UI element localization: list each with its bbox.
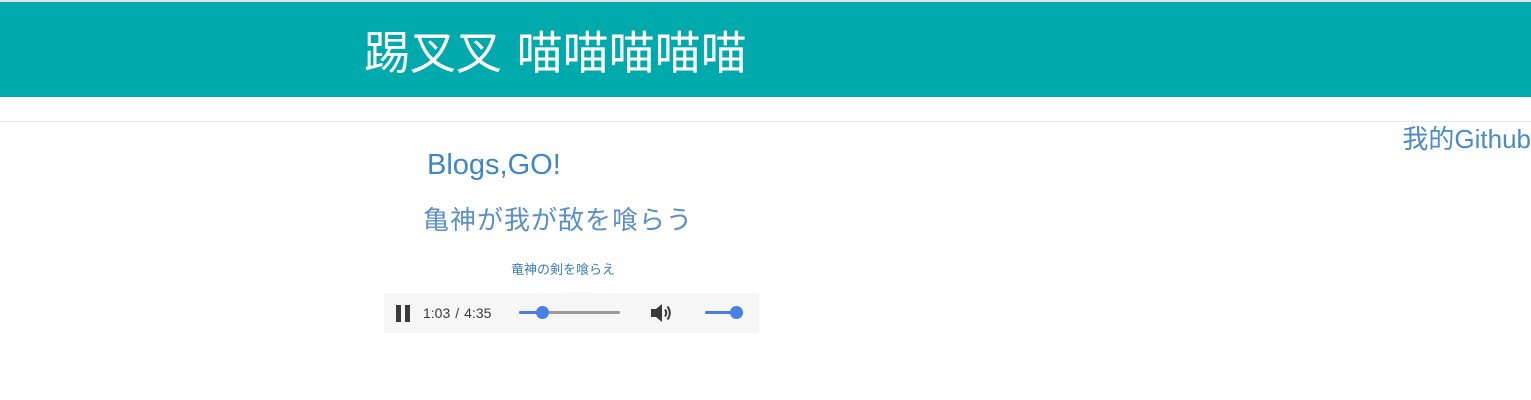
progress-thumb[interactable] <box>536 306 550 319</box>
volume-icon-graphic <box>651 304 671 322</box>
pause-icon[interactable] <box>395 304 413 322</box>
current-time: 1:03 <box>423 305 451 321</box>
blog-title: Blogs,GO! <box>427 149 561 181</box>
time-display: 1:03/4:35 <box>423 304 491 322</box>
site-title: 踢叉叉 喵喵喵喵喵 <box>364 26 747 80</box>
progress-slider[interactable] <box>519 306 620 319</box>
volume-thumb[interactable] <box>730 306 743 319</box>
audio-player: 1:03/4:35 <box>384 293 759 333</box>
song-title: 亀神が我が敌を喰らう <box>423 206 694 236</box>
divider <box>0 121 1531 122</box>
github-link[interactable]: 我的Github <box>1399 123 1531 155</box>
volume-icon[interactable] <box>648 301 674 325</box>
time-separator: / <box>455 305 460 321</box>
duration: 4:35 <box>464 305 492 321</box>
volume-slider[interactable] <box>705 306 743 319</box>
song-subtitle: 竜神の剣を喰らえ <box>511 263 616 278</box>
site-header: 踢叉叉 喵喵喵喵喵 <box>0 2 1531 97</box>
pause-bar-right <box>405 305 410 322</box>
pause-bar-left <box>396 305 401 322</box>
